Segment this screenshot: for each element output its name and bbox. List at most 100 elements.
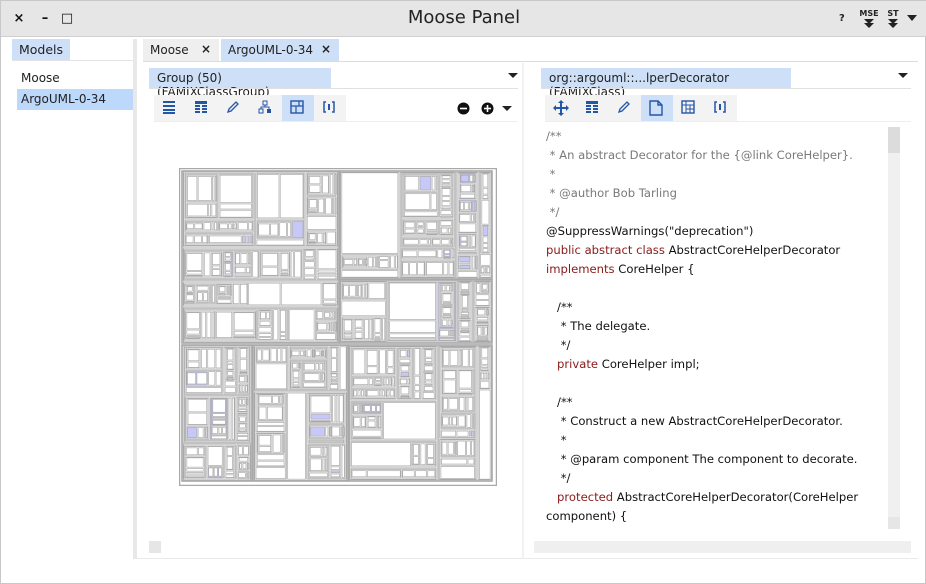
treemap-cell[interactable] — [482, 173, 489, 188]
treemap-cell[interactable] — [261, 266, 278, 276]
treemap-cell[interactable] — [292, 381, 300, 386]
treemap-cell[interactable] — [242, 235, 247, 244]
treemap-cell[interactable] — [242, 398, 246, 405]
treemap-cell[interactable] — [323, 299, 337, 304]
help-button[interactable]: ? — [839, 14, 845, 24]
treemap-cell[interactable] — [462, 348, 469, 367]
treemap-cell[interactable] — [475, 255, 478, 270]
treemap-cell[interactable] — [239, 370, 247, 373]
treemap-cell[interactable] — [441, 188, 451, 196]
treemap-cell[interactable] — [224, 380, 236, 387]
treemap-cell[interactable] — [426, 230, 437, 233]
treemap-cell[interactable] — [366, 350, 378, 366]
treemap-cell[interactable] — [317, 269, 337, 273]
treemap-cell[interactable] — [482, 194, 489, 199]
treemap-cell[interactable] — [389, 333, 437, 338]
treemap-cell[interactable] — [316, 311, 324, 319]
treemap-cell[interactable] — [460, 327, 470, 330]
treemap-cell[interactable] — [331, 347, 337, 358]
treemap-cell[interactable] — [238, 409, 247, 412]
treemap-cell[interactable] — [212, 253, 221, 266]
treemap-cell[interactable] — [414, 385, 420, 392]
treemap-cell[interactable] — [258, 406, 267, 420]
treemap-cell[interactable] — [482, 290, 488, 293]
treemap-cell[interactable] — [323, 283, 337, 300]
treemap-cell[interactable] — [292, 370, 300, 379]
treemap-cell[interactable] — [444, 249, 451, 255]
treemap-cell[interactable] — [186, 223, 194, 230]
treemap-cell[interactable] — [440, 466, 475, 479]
treemap-cell[interactable] — [258, 333, 272, 337]
treemap-cell[interactable] — [304, 275, 315, 280]
treemap-cell[interactable] — [349, 285, 356, 297]
treemap-cell[interactable] — [461, 295, 468, 308]
treemap-cell[interactable] — [203, 222, 211, 231]
treemap-cell[interactable] — [238, 472, 246, 478]
treemap-cell[interactable] — [484, 326, 488, 336]
treemap-cell[interactable] — [327, 322, 330, 331]
close-tab-icon[interactable]: × — [321, 42, 331, 56]
mse-export-button[interactable]: MSE — [859, 10, 879, 30]
source-view-button[interactable] — [641, 95, 673, 121]
treemap-cell[interactable] — [400, 350, 407, 358]
treemap-cell[interactable] — [441, 319, 448, 326]
treemap-cell[interactable] — [441, 430, 457, 437]
treemap-cell[interactable] — [334, 174, 337, 195]
treemap-cell[interactable] — [480, 274, 491, 278]
treemap-cell[interactable] — [215, 311, 233, 338]
treemap-cell[interactable] — [330, 470, 340, 474]
treemap-cell[interactable] — [426, 262, 443, 276]
treemap-cell[interactable] — [213, 467, 218, 477]
treemap-cell[interactable] — [324, 312, 331, 318]
treemap-cell[interactable] — [239, 348, 247, 359]
treemap-cell[interactable] — [369, 319, 373, 340]
treemap-cell[interactable] — [219, 209, 252, 218]
treemap-cell[interactable] — [409, 262, 417, 276]
treemap-cell[interactable] — [458, 223, 477, 233]
treemap-cell[interactable] — [309, 458, 322, 471]
treemap-cell[interactable] — [420, 443, 426, 466]
treemap-cell[interactable] — [407, 378, 410, 385]
treemap-cell[interactable] — [467, 458, 475, 465]
treemap-cell[interactable] — [426, 221, 437, 230]
treemap-cell[interactable] — [219, 223, 228, 230]
treemap-cell[interactable] — [330, 312, 334, 318]
treemap-cell[interactable] — [215, 371, 222, 386]
treemap-cell[interactable] — [441, 185, 451, 188]
pane-splitter[interactable] — [522, 63, 524, 558]
treemap-cell[interactable] — [366, 366, 378, 374]
treemap-cell[interactable] — [201, 311, 207, 338]
treemap-cell[interactable] — [448, 262, 454, 276]
treemap-cell[interactable] — [236, 433, 249, 436]
treemap-cell[interactable] — [487, 372, 490, 380]
treemap-cell[interactable] — [442, 398, 449, 410]
treemap-cell[interactable] — [441, 183, 451, 186]
treemap-cell[interactable] — [440, 215, 452, 218]
treemap-cell[interactable] — [441, 201, 451, 207]
treemap-cell[interactable] — [219, 293, 226, 296]
treemap-cell[interactable] — [308, 440, 345, 443]
treemap-cell[interactable] — [357, 390, 361, 397]
chevron-down-icon[interactable] — [502, 105, 512, 113]
treemap-cell[interactable] — [469, 348, 474, 367]
treemap-cell[interactable] — [365, 283, 368, 298]
treemap-cell[interactable] — [460, 236, 468, 242]
treemap-cell[interactable] — [200, 348, 207, 369]
treemap-cell[interactable] — [310, 395, 331, 414]
treemap-cell[interactable] — [430, 193, 437, 210]
treemap-cell[interactable] — [255, 467, 286, 479]
treemap-cell[interactable] — [471, 184, 474, 193]
treemap-cell[interactable] — [335, 395, 339, 423]
treemap-cell[interactable] — [460, 174, 470, 183]
treemap-cell[interactable] — [389, 390, 395, 397]
treemap-cell[interactable] — [203, 427, 206, 438]
treemap-cell[interactable] — [317, 272, 337, 276]
treemap-cell[interactable] — [379, 260, 389, 268]
treemap-cell[interactable] — [341, 300, 386, 317]
treemap-cell[interactable] — [464, 201, 469, 211]
treemap-cell[interactable] — [330, 321, 333, 332]
treemap-cell[interactable] — [460, 316, 470, 319]
treemap-cell[interactable] — [423, 365, 434, 372]
treemap-cell[interactable] — [457, 271, 478, 278]
treemap-cell[interactable] — [482, 248, 489, 253]
